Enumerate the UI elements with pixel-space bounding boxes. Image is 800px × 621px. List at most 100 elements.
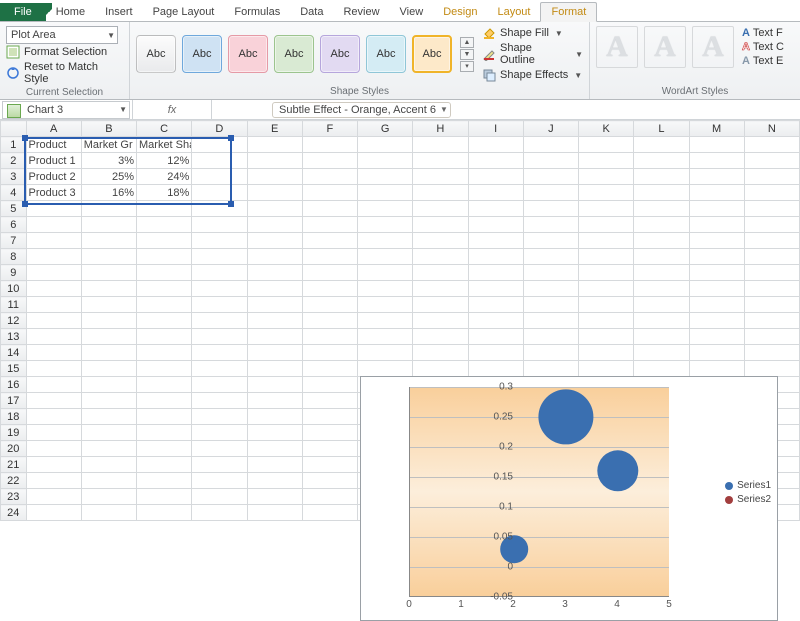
cell-D3[interactable] [192,169,247,185]
cell-D10[interactable] [192,281,247,297]
cell-E17[interactable] [247,393,302,409]
cell-J1[interactable] [523,137,578,153]
col-header-H[interactable]: H [413,121,468,137]
plot-area[interactable] [409,387,669,597]
cell-C15[interactable] [137,361,192,377]
cell-N9[interactable] [744,265,799,281]
cell-D13[interactable] [192,329,247,345]
cell-H1[interactable] [413,137,468,153]
legend-entry-series2[interactable]: Series2 [725,494,771,505]
cell-A3[interactable]: Product 2 [26,169,81,185]
wordart-preset-2[interactable]: A [644,26,686,68]
cell-M15[interactable] [689,361,744,377]
cell-K12[interactable] [579,313,634,329]
cell-G15[interactable] [358,361,413,377]
cell-M6[interactable] [689,217,744,233]
cell-L9[interactable] [634,265,689,281]
cell-B5[interactable] [81,201,136,217]
cell-A20[interactable] [26,441,81,457]
cell-N10[interactable] [744,281,799,297]
row-header-8[interactable]: 8 [1,249,27,265]
cell-K10[interactable] [579,281,634,297]
cell-F24[interactable] [302,505,357,521]
cell-N7[interactable] [744,233,799,249]
cell-E7[interactable] [247,233,302,249]
cell-M10[interactable] [689,281,744,297]
cell-D23[interactable] [192,489,247,505]
cell-N4[interactable] [744,185,799,201]
fx-label[interactable]: fx [132,100,212,119]
row-header-11[interactable]: 11 [1,297,27,313]
cell-F18[interactable] [302,409,357,425]
cell-C9[interactable] [137,265,192,281]
cell-F7[interactable] [302,233,357,249]
cell-A12[interactable] [26,313,81,329]
text-effects-button[interactable]: A Text E [742,55,784,67]
cell-K4[interactable] [579,185,634,201]
tab-insert[interactable]: Insert [95,3,143,21]
cell-G13[interactable] [358,329,413,345]
cell-B8[interactable] [81,249,136,265]
cell-F10[interactable] [302,281,357,297]
gallery-more-button[interactable]: ▾ [460,61,474,72]
row-header-4[interactable]: 4 [1,185,27,201]
shape-style-preset-5[interactable]: Abc [320,35,360,73]
col-header-B[interactable]: B [81,121,136,137]
cell-B24[interactable] [81,505,136,521]
cell-K14[interactable] [579,345,634,361]
cell-L3[interactable] [634,169,689,185]
cell-N3[interactable] [744,169,799,185]
cell-I7[interactable] [468,233,523,249]
select-all-cell[interactable] [1,121,27,137]
shape-effects-button[interactable]: Shape Effects ▼ [482,68,583,82]
cell-E18[interactable] [247,409,302,425]
text-fill-button[interactable]: A Text F [742,27,784,39]
col-header-F[interactable]: F [302,121,357,137]
cell-C6[interactable] [137,217,192,233]
cell-H3[interactable] [413,169,468,185]
cell-D2[interactable] [192,153,247,169]
tab-formulas[interactable]: Formulas [224,3,290,21]
cell-L11[interactable] [634,297,689,313]
row-header-24[interactable]: 24 [1,505,27,521]
cell-G3[interactable] [358,169,413,185]
wordart-gallery[interactable]: A A A [596,26,734,68]
tab-layout[interactable]: Layout [487,3,540,21]
cell-D8[interactable] [192,249,247,265]
cell-I1[interactable] [468,137,523,153]
cell-M1[interactable] [689,137,744,153]
cell-J7[interactable] [523,233,578,249]
cell-L13[interactable] [634,329,689,345]
cell-A19[interactable] [26,425,81,441]
cell-H8[interactable] [413,249,468,265]
col-header-I[interactable]: I [468,121,523,137]
cell-L6[interactable] [634,217,689,233]
cell-E16[interactable] [247,377,302,393]
cell-K11[interactable] [579,297,634,313]
cell-L14[interactable] [634,345,689,361]
cell-G14[interactable] [358,345,413,361]
row-header-9[interactable]: 9 [1,265,27,281]
cell-J11[interactable] [523,297,578,313]
cell-G5[interactable] [358,201,413,217]
cell-L15[interactable] [634,361,689,377]
cell-G10[interactable] [358,281,413,297]
cell-B11[interactable] [81,297,136,313]
cell-F23[interactable] [302,489,357,505]
cell-N15[interactable] [744,361,799,377]
cell-B6[interactable] [81,217,136,233]
cell-N14[interactable] [744,345,799,361]
cell-C17[interactable] [137,393,192,409]
cell-H15[interactable] [413,361,468,377]
cell-F12[interactable] [302,313,357,329]
cell-B1[interactable]: Market Gr [81,137,136,153]
cell-D7[interactable] [192,233,247,249]
cell-F17[interactable] [302,393,357,409]
cell-B2[interactable]: 3% [81,153,136,169]
cell-H6[interactable] [413,217,468,233]
cell-E23[interactable] [247,489,302,505]
cell-F3[interactable] [302,169,357,185]
cell-I13[interactable] [468,329,523,345]
col-header-L[interactable]: L [634,121,689,137]
cell-A1[interactable]: Product [26,137,81,153]
